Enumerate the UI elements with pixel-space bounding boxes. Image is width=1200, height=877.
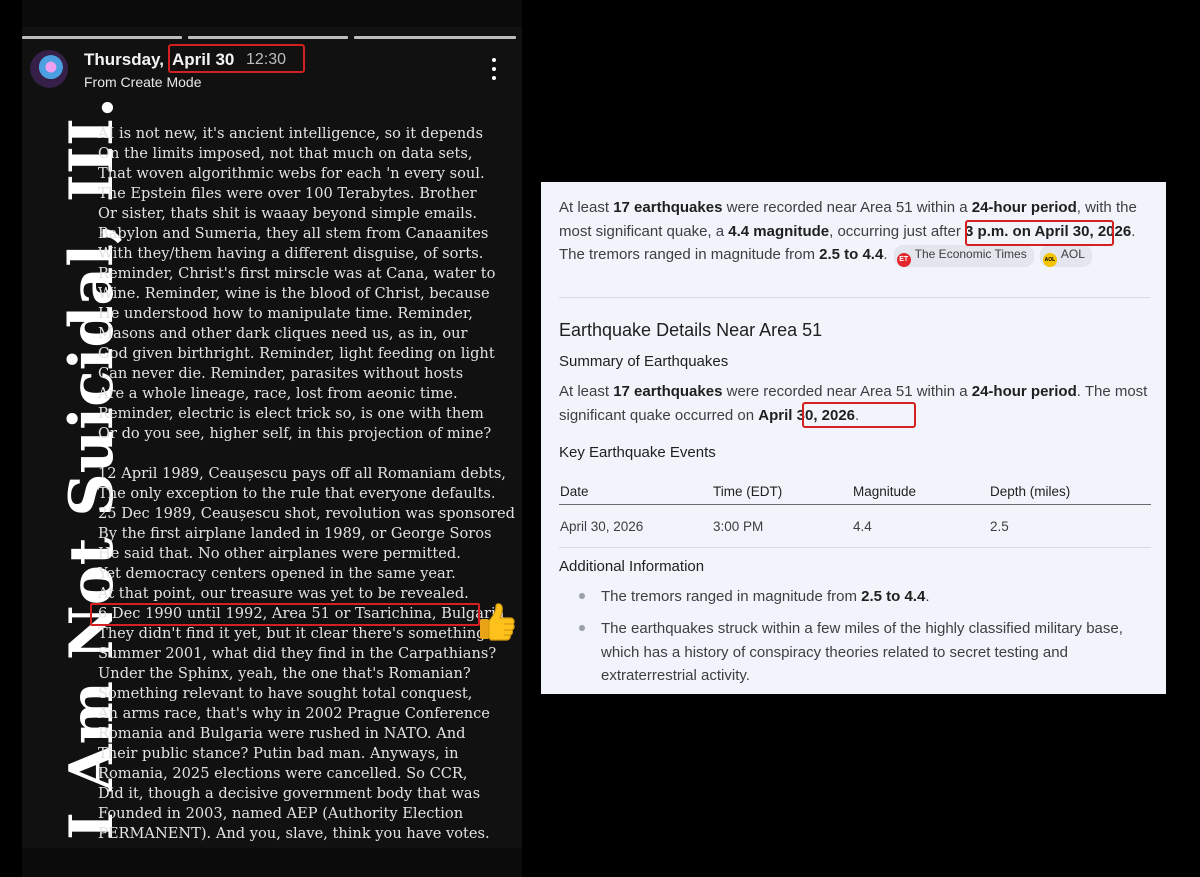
bullet-dot (579, 625, 585, 631)
poem-line: He said that. No other airplanes were pe… (98, 545, 461, 562)
poem-line: Reminder, Christ's first mirscle was at … (98, 265, 496, 282)
table-header-row: Date Time (EDT) Magnitude Depth (miles) (559, 478, 1151, 505)
poem-line: God given birthright. Reminder, light fe… (98, 345, 495, 362)
poem-line: Founded in 2003, named AEP (Authority El… (98, 805, 464, 822)
poem-line: He understood how to manipulate time. Re… (98, 305, 473, 322)
poem-line: They didn't find it yet, but it clear th… (98, 625, 491, 642)
poem-line: Under the Sphinx, yeah, the one that's R… (98, 665, 471, 682)
economic-times-icon: ET (896, 253, 911, 267)
column-header-date: Date (559, 478, 712, 505)
column-header-depth: Depth (miles) (989, 478, 1151, 505)
additional-info-heading: Additional Information (559, 558, 705, 575)
column-header-magnitude: Magnitude (852, 478, 989, 505)
poem-line: AI is not new, it's ancient intelligence… (98, 125, 483, 142)
section-divider (559, 297, 1150, 298)
time-highlight-box (965, 220, 1114, 246)
poem-line: Can never die. Reminder, parasites witho… (98, 365, 464, 382)
more-options-icon[interactable] (490, 58, 498, 84)
poem-line: Something relevant to have sought total … (98, 685, 473, 702)
story-top-bar (22, 0, 522, 27)
poem-stanza-1: AI is not new, it's ancient intelligence… (98, 124, 518, 444)
events-heading: Key Earthquake Events (559, 444, 716, 461)
date-highlight-box (168, 44, 305, 73)
source-chip-economic-times[interactable]: ET The Economic Times (893, 245, 1034, 267)
poem-line: With they/them having a different disgui… (98, 245, 484, 262)
bullet-dot (579, 593, 585, 599)
cell-magnitude: 4.4 (852, 504, 989, 548)
story-day: Thursday, (84, 50, 164, 69)
poem-line: Or sister, thats shit is waaay beyond si… (98, 205, 477, 222)
area51-line-highlight-box (90, 603, 480, 626)
date-highlight-box-2 (802, 402, 916, 428)
poem-line: Masons and other dark cliques need us, a… (98, 325, 468, 342)
poem-line: An arms race, that's why in 2002 Prague … (98, 705, 490, 722)
story-progress-segment-3 (354, 36, 516, 39)
story-panel: Thursday, April 30 12:30 From Create Mod… (22, 0, 522, 877)
column-header-time: Time (EDT) (712, 478, 852, 505)
cell-depth: 2.5 (989, 504, 1151, 548)
story-bottom-bar (22, 848, 522, 877)
thumbs-up-icon (474, 600, 518, 644)
poem-line: Babylon and Sumeria, they all stem from … (98, 225, 489, 242)
poem-line: At that point, our treasure was yet to b… (98, 585, 469, 602)
aol-icon: AOL (1042, 253, 1057, 267)
poem-line: Their public stance? Putin bad man. Anyw… (98, 745, 459, 762)
poem-line: Or do you see, higher self, in this proj… (98, 425, 492, 442)
poem-line: Summer 2001, what did they find in the C… (98, 645, 497, 662)
table-row: April 30, 2026 3:00 PM 4.4 2.5 (559, 504, 1151, 548)
poem-line: Romania, 2025 elections were cancelled. … (98, 765, 468, 782)
poem-line: 12 April 1989, Ceaușescu pays off all Ro… (98, 465, 506, 482)
poem-line: On the limits imposed, not that much on … (98, 145, 473, 162)
source-chip-aol[interactable]: AOL AOL (1039, 245, 1092, 267)
poem-line: PERMANENT). And you, slave, think you ha… (98, 825, 490, 842)
summary-heading: Summary of Earthquakes (559, 353, 729, 370)
poem-line: Romania and Bulgaria were rushed in NATO… (98, 725, 466, 742)
poem-line: The only exception to the rule that ever… (98, 485, 496, 502)
poem-line: Wine. Reminder, wine is the blood of Chr… (98, 285, 490, 302)
bullet-item-1: The tremors ranged in magnitude from 2.5… (601, 588, 930, 605)
details-heading: Earthquake Details Near Area 51 (559, 320, 823, 340)
poem-line: That woven algorithmic webs for each 'n … (98, 165, 485, 182)
bullet-item-2: The earthquakes struck within a few mile… (601, 620, 1123, 684)
ai-overview-panel: At least 17 earthquakes were recorded ne… (541, 182, 1166, 694)
story-subtitle: From Create Mode (84, 74, 202, 90)
cell-time: 3:00 PM (712, 504, 852, 548)
events-table: Date Time (EDT) Magnitude Depth (miles) … (559, 478, 1151, 548)
poem-line: Did it, though a decisive government bod… (98, 785, 481, 802)
poem-line: By the first airplane landed in 1989, or… (98, 525, 492, 542)
poem-line: Reminder, electric is elect trick so, is… (98, 405, 484, 422)
poem-line: Yet democracy centers opened in the same… (98, 565, 456, 582)
poem-line: Are a whole lineage, race, lost from aeo… (98, 385, 458, 402)
poem-text: AI is not new, it's ancient intelligence… (98, 124, 518, 844)
poem-line: 25 Dec 1989, Ceaușescu shot, revolution … (98, 505, 515, 522)
avatar[interactable] (30, 50, 68, 88)
poem-line: The Epstein files were over 100 Terabyte… (98, 185, 477, 202)
story-progress-segment-2 (188, 36, 348, 39)
poem-stanza-2: 12 April 1989, Ceaușescu pays off all Ro… (98, 464, 518, 844)
story-progress-segment-1 (22, 36, 182, 39)
cell-date: April 30, 2026 (559, 504, 712, 548)
